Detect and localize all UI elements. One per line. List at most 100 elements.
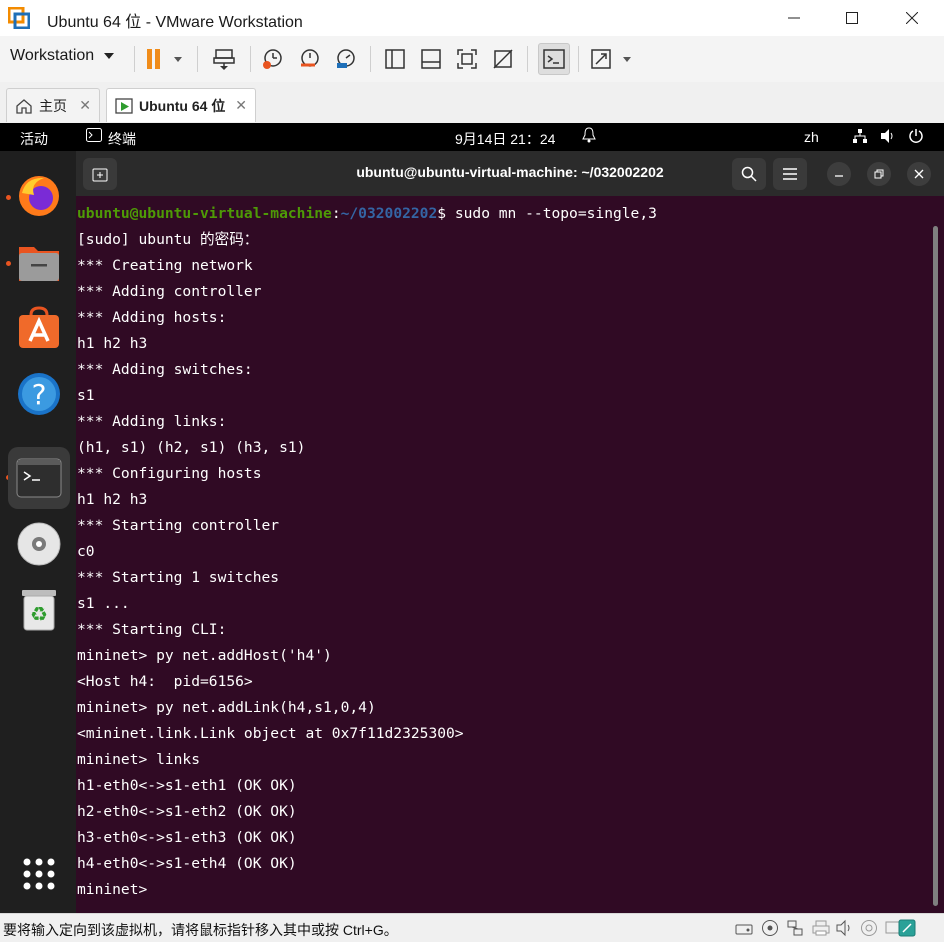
files-icon[interactable]	[12, 235, 66, 289]
terminal-line: h1 h2 h3	[77, 491, 148, 508]
workstation-menu-label: Workstation	[10, 47, 95, 64]
usb-icon[interactable]	[860, 919, 878, 937]
search-icon	[741, 166, 757, 182]
app-menu[interactable]: 终端	[108, 129, 136, 149]
menu-button[interactable]	[773, 158, 807, 190]
toolbar: Workstation	[0, 36, 944, 83]
send-ctrl-alt-del-button[interactable]	[210, 45, 238, 73]
thumbnail-bar-button[interactable]	[417, 45, 445, 73]
tab-home[interactable]: 主页 ✕	[6, 88, 100, 122]
snapshot-button[interactable]	[259, 45, 287, 73]
keyboard-icon	[213, 49, 235, 70]
terminal-output[interactable]: ubuntu@ubuntu-virtual-machine:~/03200220…	[76, 196, 944, 913]
terminal-small-icon	[86, 128, 102, 145]
snapshot-manager-button[interactable]	[332, 45, 360, 73]
tab-ubuntu-vm[interactable]: Ubuntu 64 位 ✕	[106, 88, 256, 122]
terminal-icon[interactable]	[8, 447, 70, 509]
sound-icon[interactable]	[836, 919, 854, 937]
message-log-icon[interactable]	[898, 919, 918, 937]
input-method[interactable]: zh	[804, 129, 819, 145]
terminal-line: h3-eth0<->s1-eth3 (OK OK)	[77, 829, 297, 846]
maximize-icon	[846, 12, 858, 24]
close-icon	[914, 169, 924, 179]
tab-bar: 主页 ✕ Ubuntu 64 位 ✕	[0, 82, 944, 123]
terminal-line: *** Configuring hosts	[77, 465, 262, 482]
close-tab-icon[interactable]: ✕	[235, 97, 247, 114]
tab-home-label: 主页	[39, 97, 67, 114]
snapshot-icon	[263, 49, 282, 69]
terminal-line: mininet> py net.addHost('h4')	[77, 647, 332, 664]
scrollbar[interactable]	[933, 226, 938, 906]
terminal-line: h2-eth0<->s1-eth2 (OK OK)	[77, 803, 297, 820]
terminal-line: *** Starting controller	[77, 517, 280, 534]
unity-mode-button[interactable]	[489, 45, 517, 73]
prompt-path: ~/032002202	[340, 205, 438, 222]
workstation-menu[interactable]: Workstation	[10, 47, 115, 65]
tab-ubuntu-label: Ubuntu 64 位	[139, 97, 226, 114]
close-tab-icon[interactable]: ✕	[79, 97, 91, 114]
clock[interactable]: 9月14日 21：24	[455, 129, 555, 149]
terminal-line: [sudo] ubuntu 的密码：	[77, 231, 259, 248]
software-icon[interactable]	[12, 301, 66, 355]
snapshot-manager-icon	[337, 49, 355, 68]
network-icon[interactable]	[852, 128, 868, 147]
stretch-icon	[591, 49, 631, 69]
revert-icon	[301, 49, 319, 67]
stretch-guest-button[interactable]	[588, 45, 636, 73]
bell-icon	[582, 127, 596, 146]
terminal-header-bar: ubuntu@ubuntu-virtual-machine: ~/0320022…	[76, 151, 944, 196]
maximize-button[interactable]	[822, 0, 882, 36]
terminal-close-button[interactable]	[907, 162, 931, 186]
terminal-line: h4-eth0<->s1-eth4 (OK OK)	[77, 855, 297, 872]
terminal-restore-button[interactable]	[867, 162, 891, 186]
trash-icon[interactable]: ♻	[12, 583, 66, 637]
terminal-line: <mininet.link.Link object at 0x7f11d2325…	[77, 725, 464, 742]
terminal-line: *** Starting 1 switches	[77, 569, 280, 586]
pause-icon	[147, 49, 182, 69]
close-button[interactable]	[882, 0, 942, 36]
firefox-icon[interactable]	[12, 169, 66, 223]
prompt-line: ubuntu@ubuntu-virtual-machine:~/03200220…	[77, 205, 657, 222]
prompt-user: ubuntu@ubuntu-virtual-machine	[77, 205, 332, 222]
terminal-line: *** Adding hosts:	[77, 309, 227, 326]
terminal-line: *** Starting CLI:	[77, 621, 227, 638]
terminal-line: c0	[77, 543, 95, 560]
terminal-line: h1-eth0<->s1-eth1 (OK OK)	[77, 777, 297, 794]
help-icon[interactable]: ?	[12, 367, 66, 421]
search-button[interactable]	[732, 158, 766, 190]
close-icon	[906, 12, 918, 24]
status-message: 要将输入定向到该虚拟机，请将鼠标指针移入其中或按 Ctrl+G。	[3, 922, 398, 938]
terminal-line: s1	[77, 387, 95, 404]
dvd-icon[interactable]	[12, 517, 66, 571]
app-grid-icon[interactable]	[12, 847, 66, 901]
activities-button[interactable]: 活动	[20, 129, 48, 149]
power-icon[interactable]	[908, 128, 924, 147]
restore-icon	[874, 169, 884, 179]
revert-snapshot-button[interactable]	[296, 45, 324, 73]
console-view-button[interactable]	[538, 43, 570, 75]
network-adapter-icon[interactable]	[786, 919, 804, 937]
fullscreen-button[interactable]	[453, 45, 481, 73]
ubuntu-dock: ? ♻	[0, 151, 76, 913]
terminal-line: mininet> py net.addLink(h4,s1,0,4)	[77, 699, 376, 716]
minimize-button[interactable]	[764, 0, 824, 36]
svg-text:♻: ♻	[30, 602, 48, 626]
svg-text:?: ?	[32, 378, 47, 411]
pause-button[interactable]	[142, 45, 188, 73]
terminal-line: *** Adding links:	[77, 413, 227, 430]
minimize-icon	[788, 17, 800, 19]
vm-running-icon	[115, 97, 133, 114]
chevron-down-icon	[104, 53, 115, 59]
terminal-line: <Host h4: pid=6156>	[77, 673, 253, 690]
volume-icon[interactable]	[880, 128, 896, 147]
sidebar-toggle-button[interactable]	[381, 45, 409, 73]
thumbnail-bar-icon	[421, 49, 441, 69]
cd-drive-icon[interactable]	[761, 919, 779, 937]
terminal-line: *** Adding switches:	[77, 361, 253, 378]
terminal-minimize-button[interactable]	[827, 162, 851, 186]
hard-disk-icon[interactable]	[735, 919, 753, 937]
fullscreen-icon	[457, 49, 477, 69]
minimize-icon	[835, 175, 843, 177]
printer-icon[interactable]	[812, 919, 830, 937]
hamburger-icon	[783, 168, 797, 180]
